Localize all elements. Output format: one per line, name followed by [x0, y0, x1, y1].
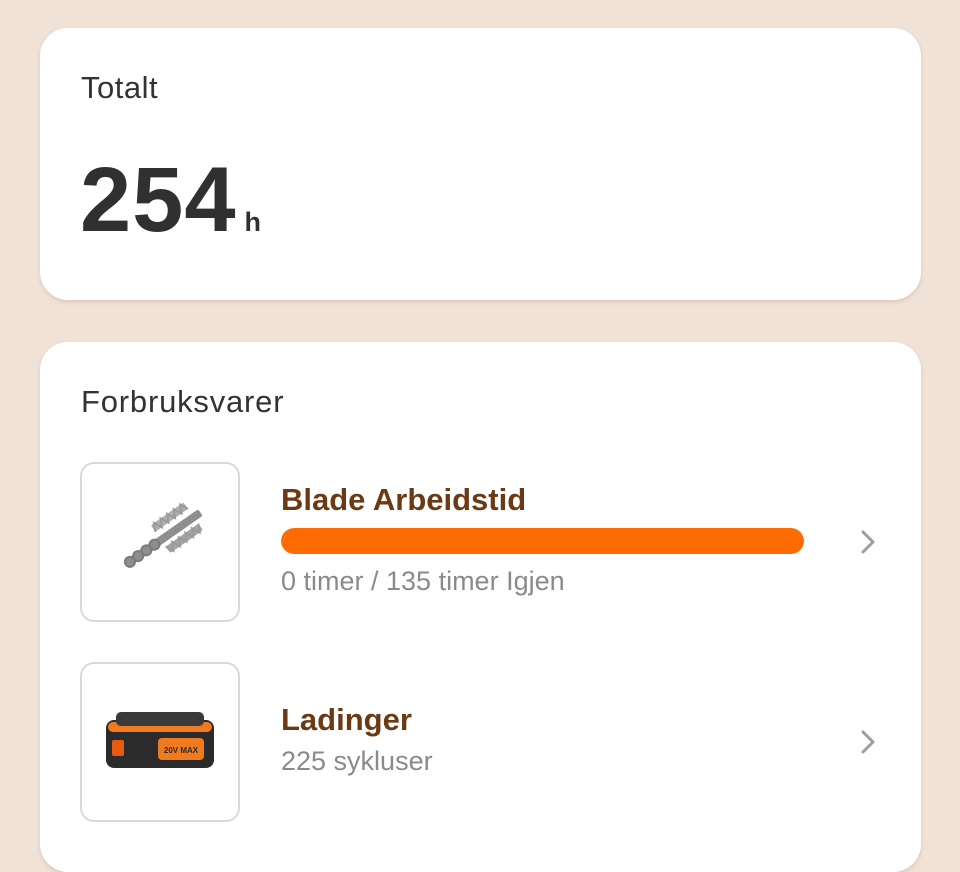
total-card: Totalt 254 h: [40, 28, 921, 300]
item-title: Ladinger: [281, 702, 412, 737]
chevron-right-icon: [861, 530, 875, 554]
item-subtitle: 225 sykluser: [281, 746, 433, 776]
battery-label: 20V MAX: [164, 746, 199, 755]
total-unit: h: [244, 207, 262, 237]
item-subtitle: 0 timer / 135 timer Igjen: [281, 566, 565, 596]
hedge-trimmer-blade-icon: [123, 502, 203, 568]
blade-progress-bar: [281, 528, 804, 554]
consumable-item-blade[interactable]: Blade Arbeidstid 0 timer / 135 timer Igj…: [80, 462, 881, 622]
consumables-title: Forbruksvarer: [81, 384, 285, 419]
total-value: 254: [80, 149, 237, 251]
battery-thumbnail: 20V MAX: [80, 662, 240, 822]
blade-progress-fill: [281, 528, 804, 554]
item-title: Blade Arbeidstid: [281, 482, 527, 517]
consumable-item-charges[interactable]: 20V MAX Ladinger 225 sykluser: [80, 662, 881, 822]
total-label: Totalt: [81, 70, 159, 105]
chevron-right-icon: [861, 730, 875, 754]
consumables-card: Forbruksvarer Blade Arbeidstid 0 timer /…: [40, 342, 921, 872]
battery-pack-icon: 20V MAX: [106, 712, 214, 768]
total-value-group: 254 h: [80, 154, 261, 246]
blade-thumbnail: [80, 462, 240, 622]
